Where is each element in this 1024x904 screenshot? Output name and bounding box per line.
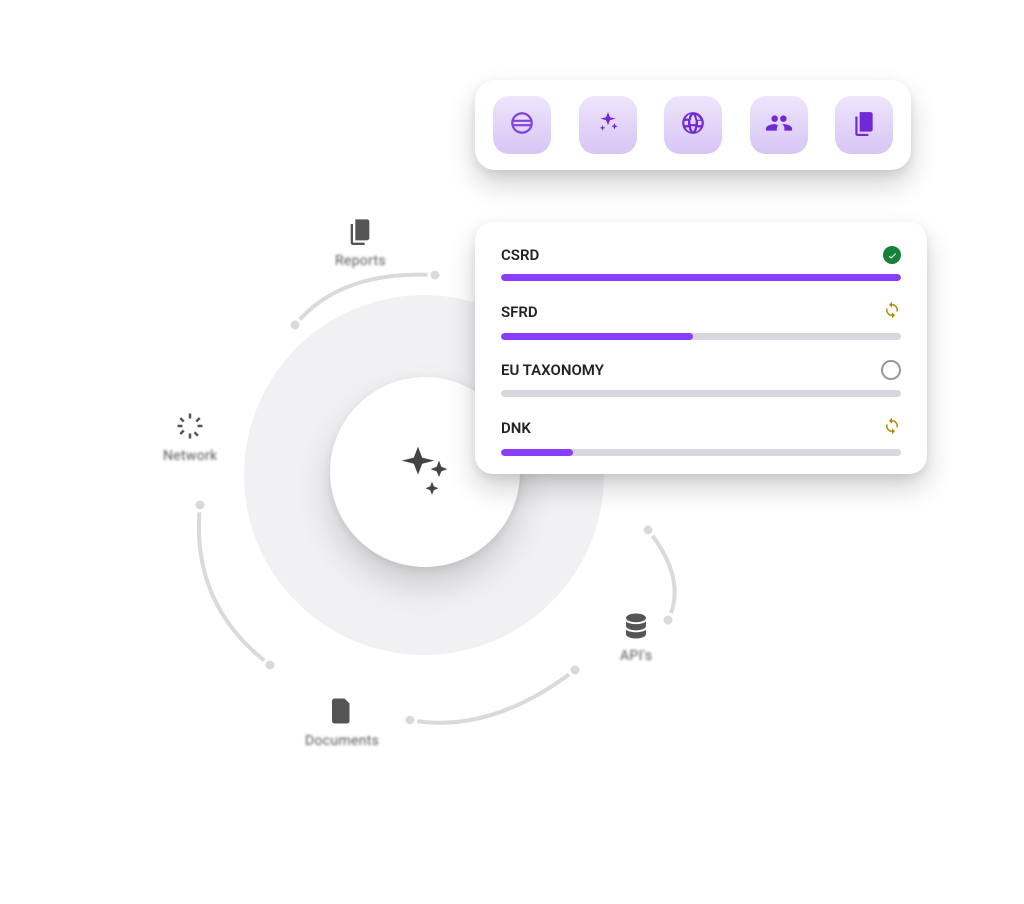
sparkle-icon xyxy=(397,442,453,502)
progress-bar xyxy=(501,449,901,456)
compliance-progress-card: CSRD SFRD EU TAXONOMY DNK xyxy=(475,222,927,474)
radial-item-label: Network xyxy=(163,448,217,464)
progress-row-name: EU TAXONOMY xyxy=(501,361,604,379)
progress-bar xyxy=(501,390,901,397)
globe-icon xyxy=(680,110,706,140)
progress-row[interactable]: CSRD xyxy=(501,246,901,281)
radial-item-reports[interactable]: Reports xyxy=(335,215,386,269)
radial-item-label: Documents xyxy=(305,733,379,749)
documents-icon xyxy=(326,695,358,727)
toolbar-btn-dashed-globe[interactable] xyxy=(493,96,551,154)
progress-row-name: SFRD xyxy=(501,303,538,321)
progress-row-name: DNK xyxy=(501,419,531,437)
check-icon xyxy=(883,246,901,264)
progress-row-name: CSRD xyxy=(501,246,539,264)
radial-item-label: API's xyxy=(620,648,652,664)
icon-toolbar xyxy=(475,80,911,170)
toolbar-btn-documents[interactable] xyxy=(835,96,893,154)
toolbar-btn-globe[interactable] xyxy=(664,96,722,154)
progress-row[interactable]: EU TAXONOMY xyxy=(501,360,901,397)
radial-item-network[interactable]: Network xyxy=(163,410,217,464)
radial-item-apis[interactable]: API's xyxy=(620,610,652,664)
empty-status-icon xyxy=(881,360,901,380)
sparkle-icon xyxy=(595,110,621,140)
team-icon xyxy=(766,110,792,140)
connector-arc xyxy=(400,660,590,735)
dashed-globe-icon xyxy=(509,110,535,140)
radial-item-label: Reports xyxy=(335,253,386,269)
progress-row[interactable]: DNK xyxy=(501,417,901,456)
database-icon xyxy=(620,610,652,642)
sync-icon xyxy=(883,301,901,323)
progress-bar xyxy=(501,274,901,281)
documents-icon xyxy=(851,110,877,140)
sync-icon xyxy=(883,417,901,439)
reports-icon xyxy=(344,215,376,247)
toolbar-btn-sparkle[interactable] xyxy=(579,96,637,154)
network-icon xyxy=(174,410,206,442)
toolbar-btn-team[interactable] xyxy=(750,96,808,154)
progress-bar xyxy=(501,333,901,340)
progress-row[interactable]: SFRD xyxy=(501,301,901,340)
radial-item-documents[interactable]: Documents xyxy=(305,695,379,749)
